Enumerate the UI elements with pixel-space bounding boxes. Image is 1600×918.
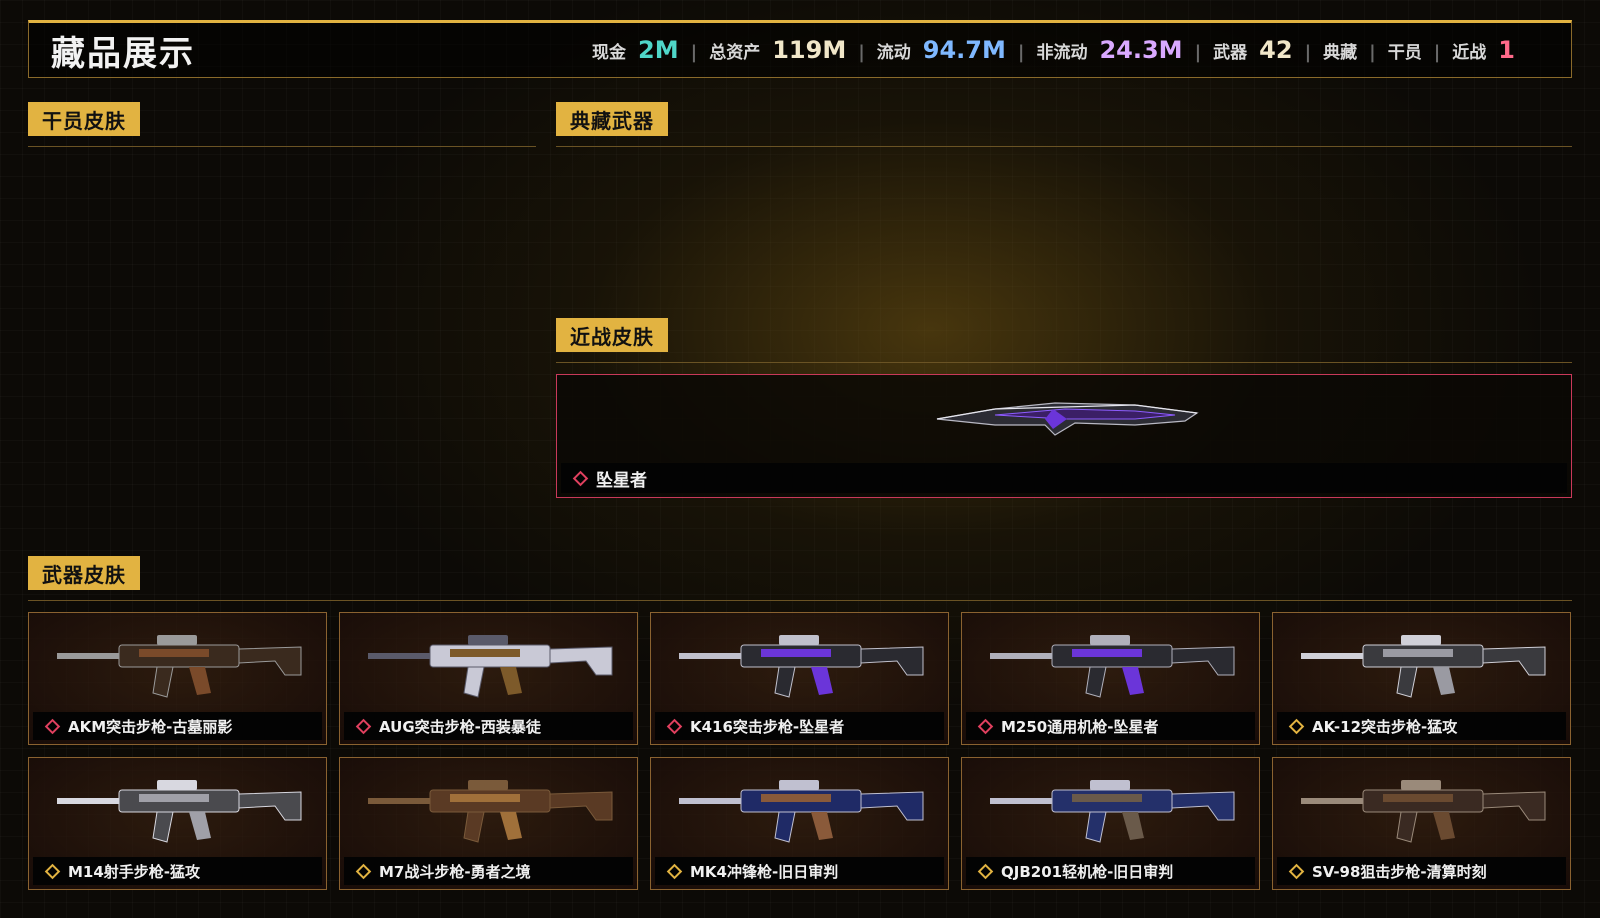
melee-value: 1 [1498,36,1515,64]
section-collection-weapons-title: 典藏武器 [556,102,668,136]
rifle-icon [57,780,302,843]
section-divider [556,362,1572,363]
total-assets-label: 总资产 [709,43,761,63]
weapon-skin-name: QJB201轻机枪-旧日审判 [1001,862,1174,881]
rarity-diamond-icon [1288,863,1305,879]
melee-item-name: 坠星者 [596,470,647,491]
stats-bar: 现金 2M | 总资产 119M | 流动 94.7M | 非流动 24.3M … [592,36,1515,64]
weapon-skin-card[interactable]: M14射手步枪-猛攻 [28,757,327,890]
weapon-skin-card[interactable]: MK4冲锋枪-旧日审判 [650,757,949,890]
divider: | [1194,42,1202,63]
rarity-diamond-icon [355,718,372,734]
liquid-value: 94.7M [922,36,1006,64]
weapon-skin-card[interactable]: M250通用机枪-坠星者 [961,612,1260,745]
weapon-skin-label-bar: SV-98狙击步枪-清算时刻 [1277,857,1566,885]
rarity-diamond-icon [977,718,994,734]
divider: | [1017,42,1025,63]
weapon-skin-label-bar: AKM突击步枪-古墓丽影 [33,712,322,740]
weapon-skin-card[interactable]: SV-98狙击步枪-清算时刻 [1272,757,1571,890]
illiquid-label: 非流动 [1036,43,1088,63]
operators-label: 干员 [1387,43,1422,63]
section-melee-skins-title: 近战皮肤 [556,318,668,352]
weapons-label: 武器 [1213,43,1248,63]
rifle-icon [368,635,613,698]
divider: | [1433,42,1441,63]
weapon-skin-card[interactable]: QJB201轻机枪-旧日审判 [961,757,1260,890]
weapon-skin-label-bar: M250通用机枪-坠星者 [966,712,1255,740]
rifle-icon [57,635,302,698]
cash-value: 2M [638,36,679,64]
divider: | [858,42,865,63]
weapon-skin-label-bar: M7战斗步枪-勇者之境 [344,857,633,885]
collection-label: 典藏 [1323,43,1358,63]
total-assets-value: 119M [772,36,847,64]
weapon-skin-name: M250通用机枪-坠星者 [1001,717,1159,736]
weapon-skin-name: AK-12突击步枪-猛攻 [1312,717,1458,736]
knife-icon [936,402,1199,436]
section-divider [28,146,536,147]
smg-icon [679,780,924,843]
rifle-icon [1301,635,1546,698]
weapon-skin-label-bar: AUG突击步枪-西装暴徒 [344,712,633,740]
machine-gun-icon [990,635,1235,698]
header-bar: 藏品展示 现金 2M | 总资产 119M | 流动 94.7M | 非流动 2… [28,20,1572,78]
rarity-diamond-icon [572,470,589,486]
rifle-icon [679,635,924,698]
weapon-skin-label-bar: K416突击步枪-坠星者 [655,712,944,740]
melee-item-label-bar: 坠星者 [561,463,1567,493]
rifle-icon [368,780,613,843]
weapon-skin-name: AKM突击步枪-古墓丽影 [68,717,233,736]
weapon-skin-card[interactable]: AKM突击步枪-古墓丽影 [28,612,327,745]
cash-label: 现金 [592,43,627,63]
weapon-skin-label-bar: AK-12突击步枪-猛攻 [1277,712,1566,740]
divider: | [1304,42,1312,63]
rarity-diamond-icon [977,863,994,879]
rarity-diamond-icon [44,863,61,879]
section-weapon-skins-title: 武器皮肤 [28,556,140,590]
rarity-diamond-icon [44,718,61,734]
weapon-skin-name: M14射手步枪-猛攻 [68,862,201,881]
rarity-diamond-icon [666,863,683,879]
section-divider [556,146,1572,147]
weapon-skin-name: K416突击步枪-坠星者 [690,717,845,736]
machine-gun-icon [990,780,1235,843]
illiquid-value: 24.3M [1099,36,1183,64]
melee-label: 近战 [1452,43,1487,63]
weapon-skin-label-bar: MK4冲锋枪-旧日审判 [655,857,944,885]
rarity-diamond-icon [355,863,372,879]
weapon-skin-name: AUG突击步枪-西装暴徒 [379,717,541,736]
weapon-skin-label-bar: QJB201轻机枪-旧日审判 [966,857,1255,885]
section-divider [28,600,1572,601]
weapon-skin-name: M7战斗步枪-勇者之境 [379,862,531,881]
melee-item-card[interactable]: 坠星者 [556,374,1572,498]
weapon-skins-grid: AKM突击步枪-古墓丽影 AUG突击步枪-西装暴徒 K416突击步枪-坠星者 M… [28,612,1572,890]
rarity-diamond-icon [1288,718,1305,734]
rarity-diamond-icon [666,718,683,734]
sniper-icon [1301,780,1546,843]
weapon-skin-card[interactable]: AK-12突击步枪-猛攻 [1272,612,1571,745]
section-operator-skins-title: 干员皮肤 [28,102,140,136]
weapon-skin-label-bar: M14射手步枪-猛攻 [33,857,322,885]
weapon-skin-card[interactable]: K416突击步枪-坠星者 [650,612,949,745]
divider: | [1369,42,1376,63]
weapons-value: 42 [1259,36,1293,64]
weapon-skin-card[interactable]: M7战斗步枪-勇者之境 [339,757,638,890]
weapon-skin-card[interactable]: AUG突击步枪-西装暴徒 [339,612,638,745]
page-title: 藏品展示 [51,33,195,74]
weapon-skin-name: SV-98狙击步枪-清算时刻 [1312,862,1487,881]
weapon-skin-name: MK4冲锋枪-旧日审判 [690,862,839,881]
liquid-label: 流动 [876,43,911,63]
divider: | [690,42,698,63]
